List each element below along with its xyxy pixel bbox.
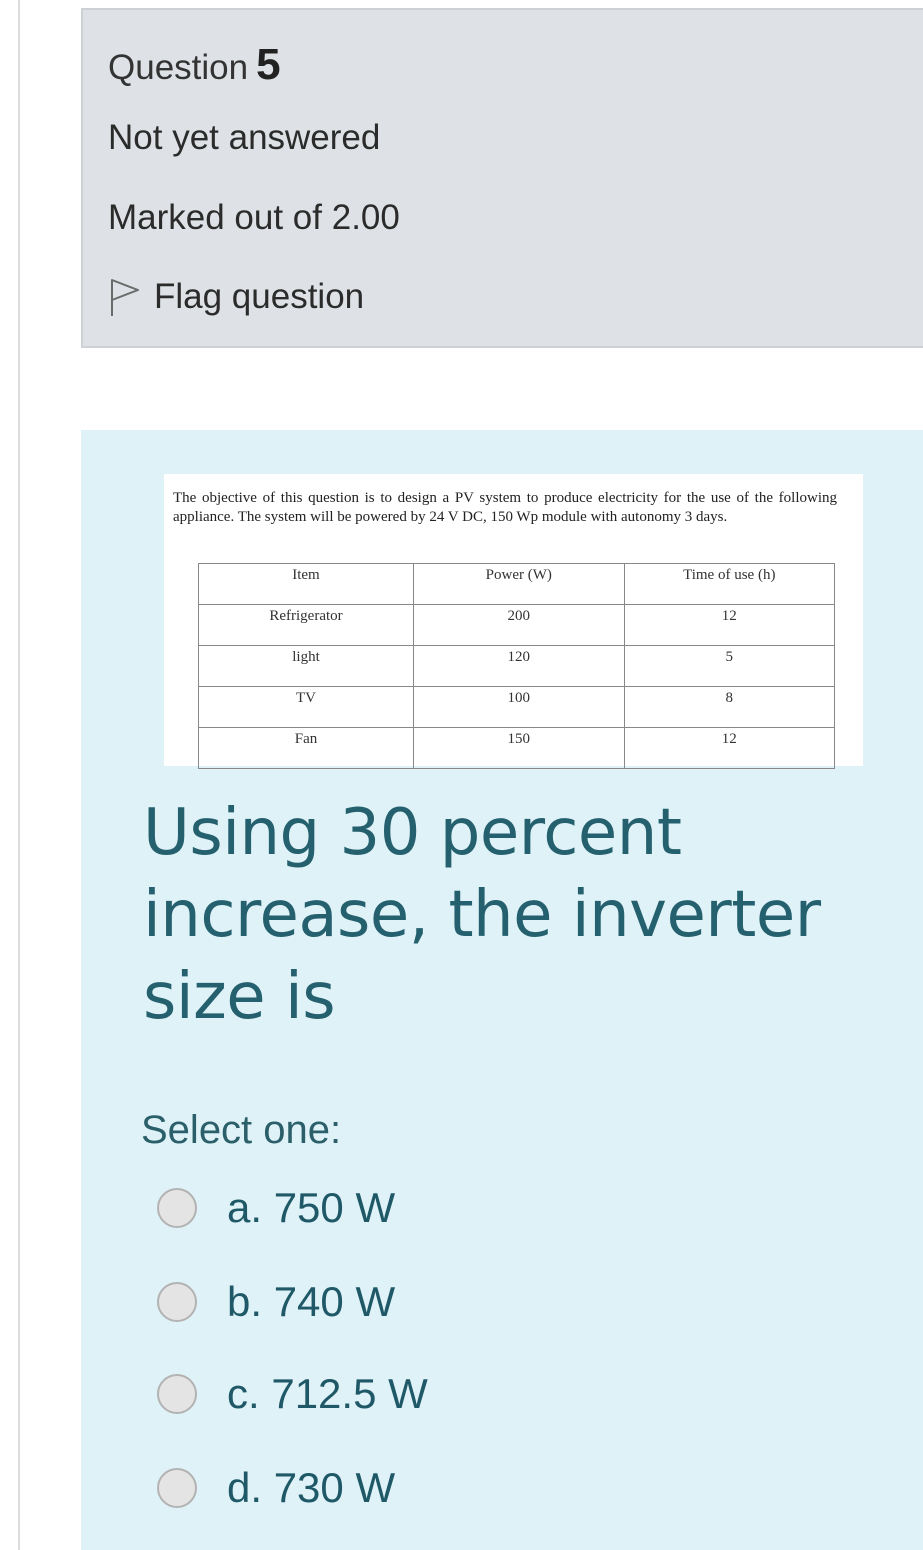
table-cell: 12 [623,604,836,646]
radio-button[interactable] [157,1374,197,1414]
answer-option-a[interactable]: a. 750 W [157,1184,395,1232]
table-row: Refrigerator 200 12 [198,604,836,646]
table-header-cell: Item [198,563,414,605]
problem-image: The objective of this question is to des… [164,474,863,769]
option-label: d. 730 W [227,1464,396,1511]
table-row: light 120 5 [198,645,836,687]
option-label: b. 740 W [227,1278,396,1325]
table-cell: 5 [623,645,836,687]
flag-question-label: Flag question [154,277,365,316]
flag-outline-icon [111,279,139,316]
question-number: 5 [256,40,281,89]
question-heading: Question 5 [108,40,281,90]
option-label: a. 750 W [227,1184,396,1231]
question-word: Question [108,48,249,87]
question-grade: Marked out of 2.00 [108,198,400,237]
table-header-cell: Power (W) [412,563,625,605]
select-one-label: Select one: [141,1108,342,1152]
page-left-border [18,0,20,1550]
answer-option-c[interactable]: c. 712.5 W [157,1370,428,1418]
table-cell: light [198,645,414,687]
table-cell: Fan [198,727,414,769]
radio-button[interactable] [157,1188,197,1228]
question-state: Not yet answered [108,118,381,157]
question-text: Using 30 percent increase, the inverter … [143,796,821,1034]
problem-intro-text: The objective of this question is to des… [173,490,837,525]
table-row: TV 100 8 [198,686,836,728]
table-cell: 100 [412,686,625,728]
table-cell: 12 [623,727,836,769]
question-content-panel: The objective of this question is to des… [81,430,923,1550]
table-cell: TV [198,686,414,728]
answer-option-b[interactable]: b. 740 W [157,1278,395,1326]
question-info-panel: Question 5 Not yet answered Marked out of… [81,8,923,348]
table-cell: 150 [412,727,625,769]
answer-option-d[interactable]: d. 730 W [157,1464,395,1512]
radio-button[interactable] [157,1282,197,1322]
radio-button[interactable] [157,1468,197,1508]
option-label: c. 712.5 W [227,1370,428,1417]
table-cell: 200 [412,604,625,646]
table-cell: Refrigerator [198,604,414,646]
table-header-row: Item Power (W) Time of use (h) [198,563,836,605]
table-header-cell: Time of use (h) [623,563,836,605]
table-cell: 8 [623,686,836,728]
table-row: Fan 150 12 [198,727,836,769]
table-cell: 120 [412,645,625,687]
flag-question-link[interactable]: Flag question [108,276,364,318]
appliance-table: Item Power (W) Time of use (h) Refrigera… [198,563,836,769]
